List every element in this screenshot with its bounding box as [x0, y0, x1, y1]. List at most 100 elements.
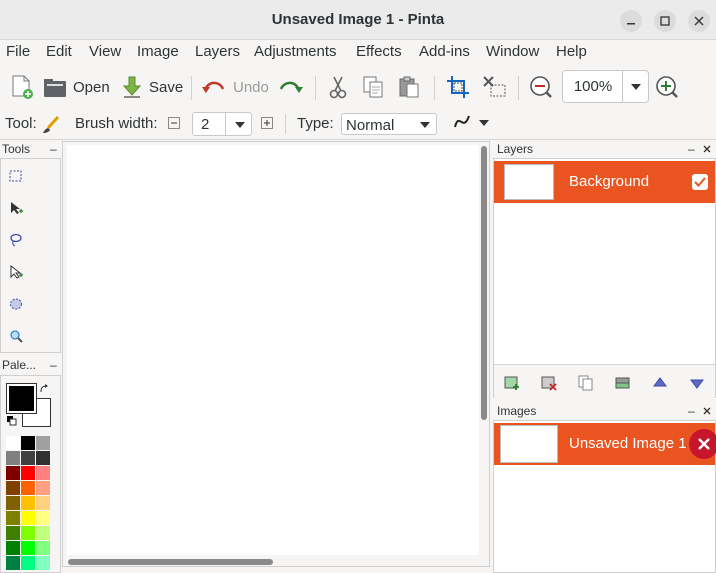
- palette-swatch[interactable]: [21, 496, 35, 510]
- palette-dock-minimize-button[interactable]: –: [50, 358, 57, 372]
- zoom-dropdown-button[interactable]: [622, 71, 648, 102]
- primary-color-swatch[interactable]: [6, 383, 37, 414]
- ellipse-select-tool[interactable]: [7, 295, 25, 313]
- undo-button[interactable]: Undo: [201, 72, 269, 102]
- redo-button[interactable]: [277, 72, 303, 102]
- brush-width-combobox[interactable]: 2: [192, 112, 252, 136]
- palette-swatch[interactable]: [6, 496, 20, 510]
- close-icon[interactable]: [703, 145, 711, 153]
- layer-visibility-checkbox[interactable]: [692, 174, 708, 190]
- image-row[interactable]: Unsaved Image 1: [494, 423, 716, 465]
- maximize-button[interactable]: [654, 10, 676, 32]
- palette-swatch[interactable]: [21, 466, 35, 480]
- new-image-button[interactable]: [10, 72, 34, 102]
- menu-image[interactable]: Image: [137, 43, 179, 60]
- move-layer-up-icon[interactable]: [652, 375, 668, 391]
- palette-swatch[interactable]: [6, 526, 20, 540]
- add-layer-icon[interactable]: [504, 375, 520, 391]
- brush-width-decrease-button[interactable]: [168, 117, 180, 129]
- copy-button[interactable]: [362, 72, 384, 102]
- chevron-down-icon[interactable]: [235, 122, 245, 128]
- palette-swatch[interactable]: [36, 481, 50, 495]
- rectangle-select-icon: [9, 170, 22, 182]
- zoom-tool[interactable]: [7, 327, 25, 345]
- merge-layer-down-icon[interactable]: [615, 375, 631, 391]
- duplicate-layer-icon[interactable]: [578, 375, 594, 391]
- menu-effects[interactable]: Effects: [356, 43, 402, 60]
- zoom-value[interactable]: 100%: [563, 78, 623, 95]
- image-name: Unsaved Image 1: [569, 435, 687, 452]
- brush-width-increase-button[interactable]: [261, 117, 273, 129]
- layers-dock-minimize-button[interactable]: –: [688, 142, 695, 156]
- rectangle-select-tool[interactable]: [7, 167, 25, 185]
- zoom-out-button[interactable]: [529, 72, 553, 102]
- palette-swatch[interactable]: [6, 511, 20, 525]
- palette-swatch[interactable]: [36, 466, 50, 480]
- close-icon[interactable]: [703, 407, 711, 415]
- paste-button[interactable]: [398, 72, 420, 102]
- palette-swatch[interactable]: [6, 436, 20, 450]
- palette-swatch[interactable]: [6, 451, 20, 465]
- image-canvas[interactable]: [67, 145, 479, 555]
- palette-swatch[interactable]: [6, 466, 20, 480]
- layer-row-background[interactable]: Background: [494, 161, 715, 203]
- menu-add-ins[interactable]: Add-ins: [419, 43, 470, 60]
- palette-swatch[interactable]: [21, 436, 35, 450]
- palette-swatch[interactable]: [36, 511, 50, 525]
- deselect-button[interactable]: [482, 72, 508, 102]
- palette-swatch[interactable]: [21, 451, 35, 465]
- menu-adjustments[interactable]: Adjustments: [254, 43, 337, 60]
- swap-colors-icon[interactable]: [39, 384, 49, 394]
- menu-view[interactable]: View: [89, 43, 121, 60]
- palette-swatch[interactable]: [36, 526, 50, 540]
- type-label: Type:: [297, 115, 334, 132]
- images-dock-minimize-button[interactable]: –: [688, 404, 695, 418]
- lasso-select-tool[interactable]: [7, 231, 25, 249]
- move-selection-tool[interactable]: [7, 263, 25, 281]
- palette-swatch[interactable]: [36, 496, 50, 510]
- palette-swatch[interactable]: [6, 556, 20, 570]
- palette-swatch[interactable]: [6, 541, 20, 555]
- horizontal-scrollbar[interactable]: [68, 559, 273, 565]
- palette-swatch[interactable]: [21, 541, 35, 555]
- type-combobox[interactable]: Normal: [341, 113, 437, 135]
- crop-to-selection-button[interactable]: [446, 72, 470, 102]
- vertical-scrollbar[interactable]: [481, 146, 487, 420]
- zoom-combobox[interactable]: 100%: [562, 70, 649, 103]
- reset-colors-icon[interactable]: [7, 416, 17, 426]
- palette-swatch[interactable]: [21, 481, 35, 495]
- palette-swatch[interactable]: [21, 556, 35, 570]
- redo-icon: [279, 81, 303, 93]
- palette-swatch[interactable]: [36, 436, 50, 450]
- save-button[interactable]: Save: [121, 72, 183, 102]
- palette-swatch[interactable]: [36, 451, 50, 465]
- menu-edit[interactable]: Edit: [46, 43, 72, 60]
- tools-dock-minimize-button[interactable]: –: [50, 142, 57, 156]
- palette-swatch[interactable]: [21, 526, 35, 540]
- toolbar-separator: [191, 76, 192, 100]
- type-value[interactable]: Normal: [346, 117, 394, 134]
- move-layer-down-icon[interactable]: [689, 375, 705, 391]
- menu-file[interactable]: File: [6, 43, 30, 60]
- open-button[interactable]: Open: [43, 72, 110, 102]
- palette-swatch[interactable]: [36, 556, 50, 570]
- antialiasing-dropdown[interactable]: [453, 113, 493, 135]
- layer-thumbnail: [504, 164, 554, 200]
- toolbar-separator: [434, 76, 435, 100]
- close-image-button[interactable]: [689, 429, 716, 459]
- menu-window[interactable]: Window: [486, 43, 539, 60]
- magnifier-icon: [10, 330, 23, 343]
- move-selected-tool[interactable]: [7, 199, 25, 217]
- brush-width-value[interactable]: 2: [201, 116, 209, 133]
- cut-button[interactable]: [327, 72, 349, 102]
- delete-layer-icon[interactable]: [541, 375, 557, 391]
- palette-swatch[interactable]: [21, 511, 35, 525]
- palette-swatch[interactable]: [36, 541, 50, 555]
- menu-layers[interactable]: Layers: [195, 43, 240, 60]
- minimize-button[interactable]: [620, 10, 642, 32]
- palette-swatch[interactable]: [6, 481, 20, 495]
- move-selection-icon: [10, 265, 23, 279]
- zoom-in-button[interactable]: [655, 72, 679, 102]
- close-button[interactable]: [688, 10, 710, 32]
- menu-help[interactable]: Help: [556, 43, 587, 60]
